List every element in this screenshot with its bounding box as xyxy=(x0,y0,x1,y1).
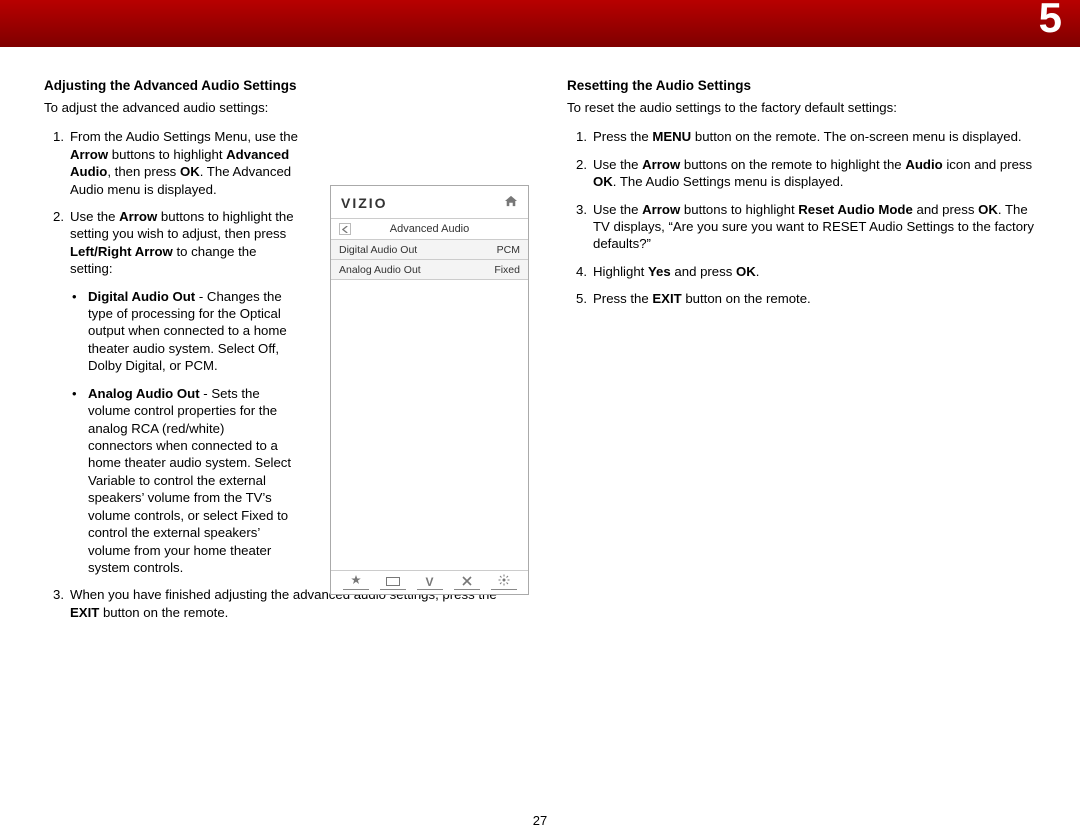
chapter-number: 5 xyxy=(1039,0,1062,42)
home-icon xyxy=(504,194,518,212)
v-icon: V xyxy=(425,575,433,589)
osd-menu-illustration: VIZIO Advanced Audio Digital Audio Out P… xyxy=(330,185,529,595)
left-intro: To adjust the advanced audio settings: xyxy=(44,99,517,116)
page-body: Adjusting the Advanced Audio Settings To… xyxy=(0,47,1080,631)
right-step-list: 1.Press the MENU button on the remote. T… xyxy=(567,128,1040,307)
wide-icon xyxy=(386,573,400,591)
gear-icon xyxy=(498,573,510,591)
list-item: From the Audio Settings Menu, use the Ar… xyxy=(70,129,298,196)
vizio-logo: VIZIO xyxy=(341,195,388,211)
menu-title: Advanced Audio xyxy=(339,223,520,235)
star-icon xyxy=(350,573,362,591)
right-heading: Resetting the Audio Settings xyxy=(567,77,1040,95)
right-intro: To reset the audio settings to the facto… xyxy=(567,99,1040,116)
list-item: Press the MENU button on the remote. The… xyxy=(593,129,1022,144)
menu-row-label: Digital Audio Out xyxy=(339,244,417,256)
menu-row: Digital Audio Out PCM xyxy=(331,240,528,260)
list-item: Digital Audio Out - Changes the type of … xyxy=(88,289,287,374)
page-number: 27 xyxy=(0,813,1080,828)
menu-row: Analog Audio Out Fixed xyxy=(331,260,528,280)
close-icon xyxy=(462,573,472,591)
menu-footer: V xyxy=(331,570,528,594)
list-item: Use the Arrow buttons to highlight Reset… xyxy=(593,202,1034,252)
list-item: Highlight Yes and press OK. xyxy=(593,264,759,279)
list-item: Analog Audio Out - Sets the volume contr… xyxy=(88,386,291,575)
list-item: Use the Arrow buttons to highlight the s… xyxy=(70,209,294,276)
chapter-header: 5 xyxy=(0,0,1080,47)
list-item: Use the Arrow buttons on the remote to h… xyxy=(593,157,1032,189)
menu-row-label: Analog Audio Out xyxy=(339,264,421,276)
list-item: Press the EXIT button on the remote. xyxy=(593,291,811,306)
left-heading: Adjusting the Advanced Audio Settings xyxy=(44,77,517,95)
menu-row-value: PCM xyxy=(497,244,520,256)
right-column: Resetting the Audio Settings To reset th… xyxy=(567,77,1040,631)
menu-row-value: Fixed xyxy=(494,264,520,276)
